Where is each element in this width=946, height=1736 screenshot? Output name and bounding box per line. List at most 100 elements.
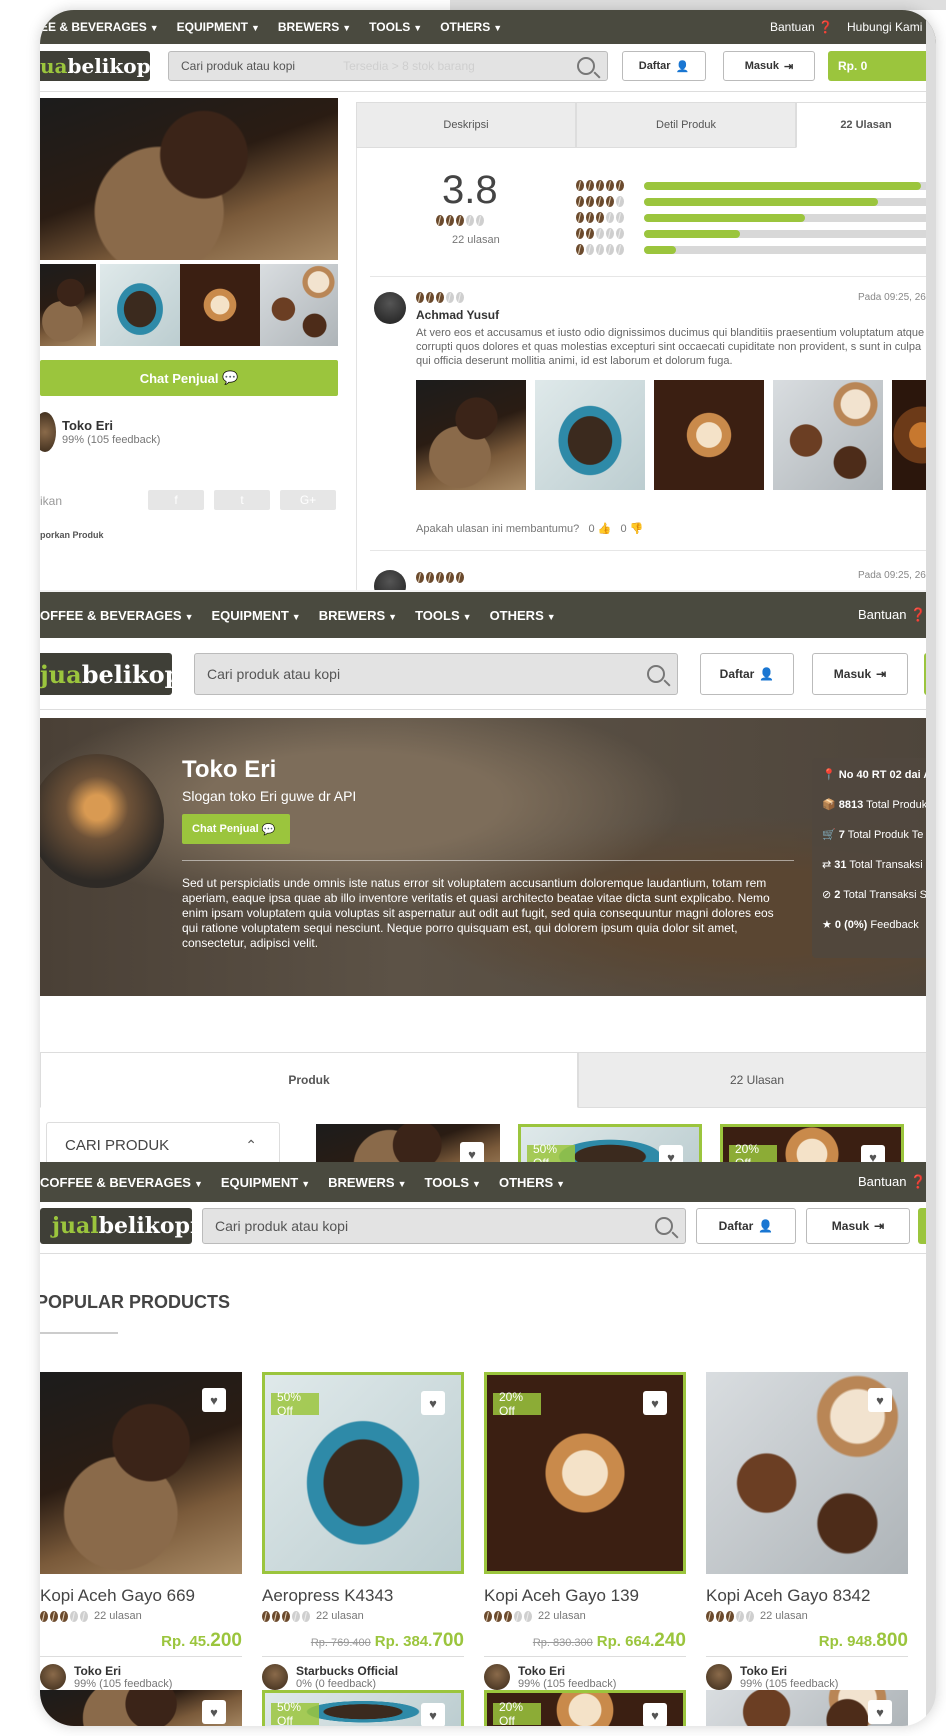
product-name[interactable]: Kopi Aceh Gayo 8342 bbox=[706, 1586, 870, 1606]
login-button[interactable]: Masuk ⇥ bbox=[806, 1208, 910, 1244]
search-icon[interactable] bbox=[577, 57, 595, 75]
chat-seller-button[interactable]: Chat Penjual 💬 bbox=[40, 360, 338, 396]
register-button[interactable]: Daftar 👤 bbox=[700, 653, 794, 695]
review-photo[interactable] bbox=[535, 380, 645, 490]
login-button[interactable]: Masuk ⇥ bbox=[812, 653, 908, 695]
nav-item-tools[interactable]: TOOLS ▼ bbox=[369, 20, 422, 34]
seller-name[interactable]: Starbucks Official bbox=[296, 1664, 398, 1678]
nav-item-tools[interactable]: TOOLS ▼ bbox=[424, 1175, 480, 1190]
product-name[interactable]: Kopi Aceh Gayo 669 bbox=[40, 1586, 195, 1606]
product-thumbnail[interactable] bbox=[100, 264, 180, 346]
product-seller[interactable]: Starbucks Official 0% (0 feedback) bbox=[262, 1664, 398, 1690]
help-link[interactable]: Bantuan ❓ bbox=[858, 607, 926, 623]
site-logo[interactable]: ua belikopi bbox=[40, 51, 158, 81]
nav-item-others[interactable]: OTHERS ▼ bbox=[440, 20, 502, 34]
product-image[interactable]: 50% Off ♥ bbox=[262, 1372, 464, 1574]
nav-item-coffee[interactable]: EE & BEVERAGES ▼ bbox=[40, 20, 159, 34]
product-name[interactable]: Kopi Aceh Gayo 139 bbox=[484, 1586, 639, 1606]
product-main-image[interactable] bbox=[40, 98, 338, 260]
tab-reviews[interactable]: 22 Ulasan bbox=[796, 102, 936, 148]
price-main: Rp. 948. bbox=[818, 1633, 877, 1650]
register-button[interactable]: Daftar 👤 bbox=[622, 51, 706, 81]
product-image[interactable]: ♥ bbox=[40, 1372, 242, 1574]
nav-item-equipment[interactable]: EQUIPMENT ▼ bbox=[212, 608, 301, 623]
login-button[interactable]: Masuk ⇥ bbox=[723, 51, 815, 81]
seller-name[interactable]: Toko Eri bbox=[62, 418, 113, 433]
googleplus-share-button[interactable]: G+ bbox=[280, 490, 336, 510]
coffee-bean-icon bbox=[50, 1610, 58, 1622]
review-photo[interactable] bbox=[416, 380, 526, 490]
heart-icon[interactable]: ♥ bbox=[868, 1388, 892, 1412]
help-link[interactable]: Bantuan ❓ bbox=[858, 1174, 926, 1190]
product-name[interactable]: Aeropress K4343 bbox=[262, 1586, 393, 1606]
home-page-screenshot: COFFEE & BEVERAGES ▼ EQUIPMENT ▼ BREWERS ▼ … bbox=[40, 1162, 936, 1726]
facebook-share-button[interactable]: f bbox=[148, 490, 204, 510]
nav-item-equipment[interactable]: EQUIPMENT ▼ bbox=[177, 20, 260, 34]
product-price: Rp. 948.800 bbox=[819, 1630, 908, 1652]
product-seller[interactable]: Toko Eri 99% (105 feedback) bbox=[706, 1664, 838, 1690]
chevron-up-icon[interactable]: ⌃ bbox=[245, 1137, 257, 1154]
product-thumbnail[interactable] bbox=[260, 264, 338, 346]
search-icon[interactable] bbox=[655, 1217, 673, 1235]
nav-item-coffee[interactable]: COFFEE & BEVERAGES ▼ bbox=[40, 1175, 203, 1190]
help-link[interactable]: Bantuan ❓ bbox=[770, 20, 833, 34]
search-icon[interactable] bbox=[647, 665, 665, 683]
heart-icon[interactable]: ♥ bbox=[202, 1388, 226, 1412]
product-image[interactable]: 50% Off ♥ bbox=[262, 1690, 464, 1726]
site-logo[interactable]: jua belikopi bbox=[40, 653, 191, 695]
cart-button[interactable]: Rp. 0 bbox=[828, 51, 936, 81]
tab-reviews[interactable]: 22 Ulasan bbox=[578, 1052, 936, 1108]
nav-item-tools[interactable]: TOOLS ▼ bbox=[415, 608, 471, 623]
tab-product-detail[interactable]: Detil Produk bbox=[576, 102, 796, 148]
box-icon: 📦 bbox=[822, 799, 839, 811]
chat-seller-button[interactable]: Chat Penjual 💬 bbox=[182, 814, 290, 844]
product-image[interactable]: 20% Off ♥ bbox=[484, 1690, 686, 1726]
product-image[interactable]: ♥ bbox=[40, 1690, 242, 1726]
site-logo[interactable]: jual belikopi bbox=[40, 1208, 198, 1244]
product-image[interactable]: ♥ bbox=[706, 1690, 908, 1726]
seller-name[interactable]: Toko Eri bbox=[740, 1664, 838, 1678]
heart-icon[interactable]: ♥ bbox=[868, 1700, 892, 1724]
seller-name[interactable]: Toko Eri bbox=[518, 1664, 616, 1678]
product-thumbnail[interactable] bbox=[180, 264, 260, 346]
tab-products[interactable]: Produk bbox=[40, 1052, 578, 1108]
product-image[interactable]: 20% Off ♥ bbox=[484, 1372, 686, 1574]
heart-icon[interactable]: ♥ bbox=[643, 1703, 667, 1726]
coffee-bean-icon bbox=[302, 1610, 310, 1622]
tab-description[interactable]: Deskripsi bbox=[356, 102, 576, 148]
coffee-bean-icon bbox=[494, 1610, 502, 1622]
heart-icon[interactable]: ♥ bbox=[421, 1391, 445, 1415]
nav-item-brewers[interactable]: BREWERS ▼ bbox=[319, 608, 397, 623]
heart-icon[interactable]: ♥ bbox=[421, 1703, 445, 1726]
nav-item-brewers[interactable]: BREWERS ▼ bbox=[328, 1175, 406, 1190]
report-product-link[interactable]: porkan Produk bbox=[40, 530, 104, 540]
twitter-share-button[interactable]: t bbox=[214, 490, 270, 510]
stat-label: Total Produk bbox=[863, 799, 928, 811]
product-image[interactable]: ♥ bbox=[706, 1372, 908, 1574]
product-seller[interactable]: Toko Eri 99% (105 feedback) bbox=[484, 1664, 616, 1690]
heart-icon[interactable]: ♥ bbox=[643, 1391, 667, 1415]
nav-item-others[interactable]: OTHERS ▼ bbox=[490, 608, 556, 623]
store-stat: ⊘ 2 Total Transaksi S bbox=[822, 888, 927, 901]
nav-item-coffee[interactable]: OFFEE & BEVERAGES ▼ bbox=[40, 608, 194, 623]
search-input[interactable]: Cari produk atau kopi bbox=[202, 1208, 686, 1244]
nav-item-others[interactable]: OTHERS ▼ bbox=[499, 1175, 565, 1190]
seller-avatar bbox=[262, 1664, 288, 1690]
helpful-down-button[interactable]: 0 👎 bbox=[621, 523, 644, 535]
review-photo[interactable] bbox=[654, 380, 764, 490]
helpful-up-button[interactable]: 0 👍 bbox=[588, 523, 611, 535]
review-photo[interactable] bbox=[773, 380, 883, 490]
register-button[interactable]: Daftar 👤 bbox=[696, 1208, 796, 1244]
nav-item-brewers[interactable]: BREWERS ▼ bbox=[278, 20, 351, 34]
product-seller[interactable]: Toko Eri 99% (105 feedback) bbox=[40, 1664, 172, 1690]
scrollbar[interactable] bbox=[926, 10, 936, 1726]
nav-item-equipment[interactable]: EQUIPMENT ▼ bbox=[221, 1175, 310, 1190]
product-thumbnail[interactable] bbox=[40, 264, 96, 346]
contact-link[interactable]: Hubungi Kami bbox=[847, 20, 922, 34]
heart-icon[interactable]: ♥ bbox=[202, 1700, 226, 1724]
coffee-bean-icon bbox=[436, 215, 444, 226]
seller-name[interactable]: Toko Eri bbox=[74, 1664, 172, 1678]
search-input[interactable]: Cari produk atau kopi bbox=[194, 653, 678, 695]
search-input[interactable]: Cari produk atau kopi Tersedia > 8 stok … bbox=[168, 51, 608, 81]
chevron-down-icon: ▼ bbox=[149, 23, 159, 33]
